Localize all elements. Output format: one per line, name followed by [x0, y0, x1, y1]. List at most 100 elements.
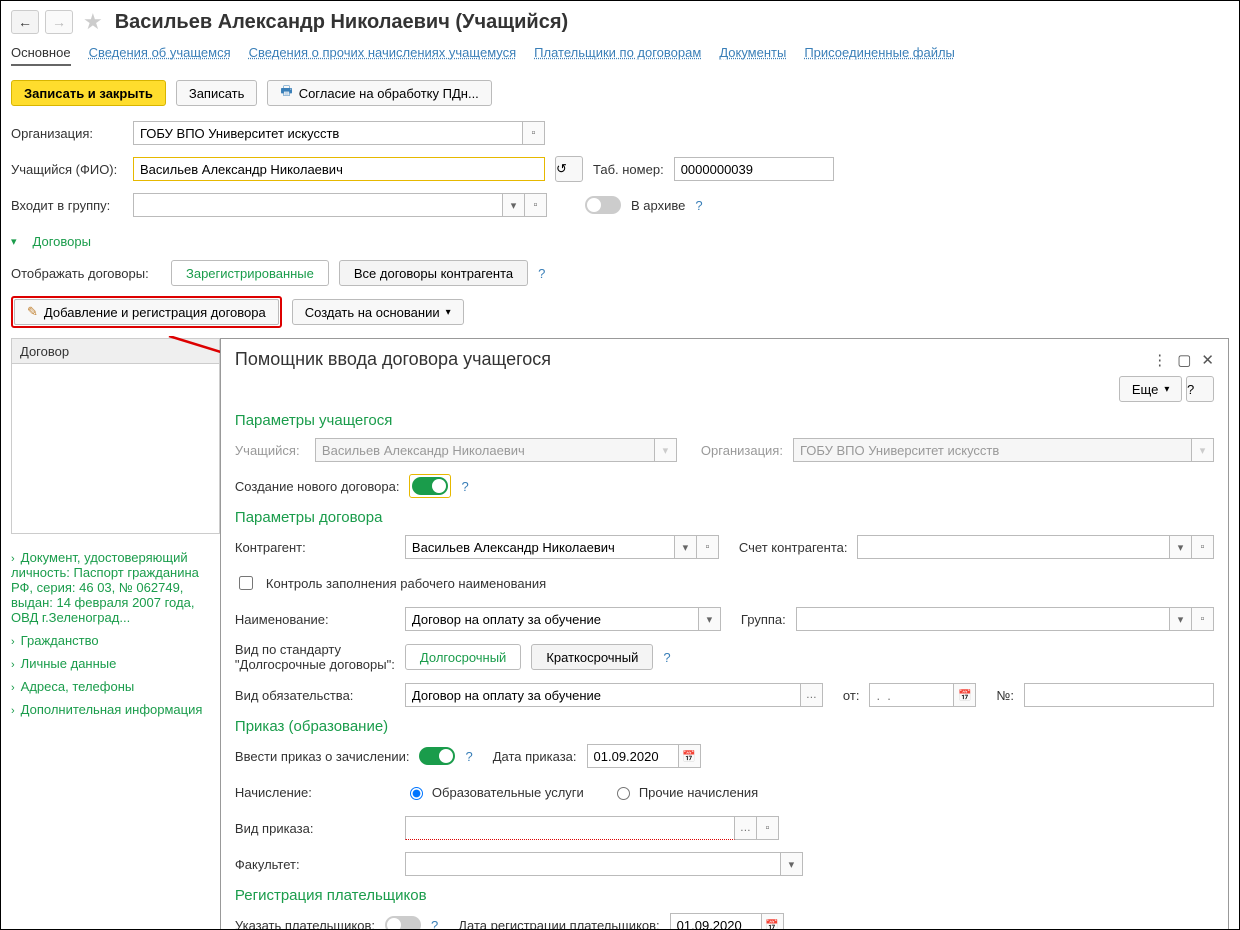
dlg-account-dropdown-icon[interactable]: ▾ [1170, 535, 1192, 559]
dlg-order-date-input[interactable] [587, 744, 679, 768]
dlg-payers-date-input[interactable] [670, 913, 762, 930]
calendar-icon[interactable]: 📅 [762, 913, 784, 930]
dlg-new-contract-help[interactable]: ? [461, 479, 468, 494]
archive-help-icon[interactable]: ? [695, 198, 702, 213]
dialog-maximize-icon[interactable]: ▢ [1177, 351, 1191, 369]
dlg-accrual-other-radio[interactable]: Прочие начисления [612, 784, 758, 800]
dlg-name-input[interactable] [405, 607, 699, 631]
dialog-menu-icon[interactable]: ⋮ [1152, 351, 1167, 369]
dlg-faculty-dropdown-icon[interactable]: ▾ [781, 852, 803, 876]
dlg-order-type-input[interactable] [405, 816, 735, 840]
contracts-expand-icon[interactable]: ▾ [11, 235, 17, 248]
tabno-label: Таб. номер: [593, 162, 664, 177]
dlg-payers-help[interactable]: ? [431, 918, 438, 930]
consent-button[interactable]: 🖶 Согласие на обработку ПДн... [267, 80, 491, 106]
save-close-button[interactable]: Записать и закрыть [11, 80, 166, 106]
dlg-no-input[interactable] [1024, 683, 1214, 707]
tab-payers[interactable]: Плательщики по договорам [534, 45, 701, 66]
org-input[interactable] [133, 121, 523, 145]
section-payers: Регистрация плательщиков [235, 887, 1214, 904]
dlg-enroll-help[interactable]: ? [465, 749, 472, 764]
contracts-table-body[interactable] [11, 364, 220, 534]
group-member-input[interactable] [133, 193, 503, 217]
dlg-group-open-icon[interactable]: ▫ [1192, 607, 1214, 631]
group-open-icon[interactable]: ▫ [525, 193, 547, 217]
page-title: Васильев Александр Николаевич (Учащийся) [115, 11, 568, 34]
tab-documents[interactable]: Документы [719, 45, 786, 66]
filter-all-button[interactable]: Все договоры контрагента [339, 260, 528, 286]
archive-label: В архиве [631, 198, 685, 213]
dlg-contragent-dropdown-icon[interactable]: ▾ [675, 535, 697, 559]
dlg-name-dropdown-icon[interactable]: ▾ [699, 607, 721, 631]
group-dropdown-icon[interactable]: ▾ [503, 193, 525, 217]
dlg-account-open-icon[interactable]: ▫ [1192, 535, 1214, 559]
dialog-help-button[interactable]: ? [1186, 376, 1214, 402]
tab-other-accruals[interactable]: Сведения о прочих начислениях учащемуся [249, 45, 517, 66]
dlg-student-input [315, 438, 655, 462]
sidebar-identity-doc[interactable]: ›Документ, удостоверяющий личность: Пасп… [11, 550, 220, 625]
dlg-short-term-button[interactable]: Краткосрочный [531, 644, 653, 670]
dlg-group-input[interactable] [796, 607, 1170, 631]
favorite-star-icon[interactable]: ★ [83, 9, 103, 35]
dlg-contragent-open-icon[interactable]: ▫ [697, 535, 719, 559]
dlg-specify-payers-label: Указать плательщиков: [235, 918, 375, 930]
dlg-long-term-button[interactable]: Долгосрочный [405, 644, 521, 670]
org-open-icon[interactable]: ▫ [523, 121, 545, 145]
dlg-accrual-edu-radio[interactable]: Образовательные услуги [405, 784, 584, 800]
dlg-group-dropdown-icon[interactable]: ▾ [1170, 607, 1192, 631]
dlg-liab-input[interactable] [405, 683, 801, 707]
sidebar-personal[interactable]: ›Личные данные [11, 656, 220, 671]
tab-student-info[interactable]: Сведения об учащемся [89, 45, 231, 66]
dlg-order-type-open-icon[interactable]: ▫ [757, 816, 779, 840]
section-order: Приказ (образование) [235, 718, 1214, 735]
sidebar-citizenship[interactable]: ›Гражданство [11, 633, 220, 648]
nav-forward-button[interactable]: → [45, 10, 73, 34]
dialog-more-button[interactable]: Еще ▾ [1119, 376, 1182, 402]
archive-toggle[interactable] [585, 196, 621, 214]
fio-input[interactable] [133, 157, 545, 181]
dlg-new-contract-toggle[interactable] [412, 477, 448, 495]
calendar-icon[interactable]: 📅 [679, 744, 701, 768]
sidebar-additional[interactable]: ›Дополнительная информация [11, 702, 220, 717]
printer-icon: 🖶 [280, 82, 292, 104]
dlg-org-input [793, 438, 1192, 462]
tab-bar: Основное Сведения об учащемся Сведения о… [11, 45, 1229, 66]
nav-back-button[interactable]: ← [11, 10, 39, 34]
dlg-enroll-toggle[interactable] [419, 747, 455, 765]
contracts-section-label[interactable]: Договоры [33, 234, 91, 249]
tabno-input[interactable] [674, 157, 834, 181]
dlg-payers-date-label: Дата регистрации плательщиков: [458, 918, 659, 930]
calendar-icon[interactable]: 📅 [954, 683, 976, 707]
sidebar-addresses[interactable]: ›Адреса, телефоны [11, 679, 220, 694]
dlg-account-input[interactable] [857, 535, 1170, 559]
create-based-button[interactable]: Создать на основании ▾ [292, 299, 464, 325]
dlg-liab-more-icon[interactable]: … [801, 683, 823, 707]
section-contract-params: Параметры договора [235, 509, 1214, 526]
dlg-org-dropdown-icon: ▾ [1192, 438, 1214, 462]
dlg-order-date-label: Дата приказа: [493, 749, 577, 764]
dlg-order-type-more-icon[interactable]: … [735, 816, 757, 840]
dlg-kind-help[interactable]: ? [663, 650, 670, 665]
dlg-org-label: Организация: [701, 443, 783, 458]
dlg-kind-std-label: Вид по стандарту "Долгосрочные договоры"… [235, 642, 395, 672]
group-member-label: Входит в группу: [11, 198, 123, 213]
add-contract-button[interactable]: ✎ Добавление и регистрация договора [14, 299, 279, 325]
tab-main[interactable]: Основное [11, 45, 71, 66]
filter-help-icon[interactable]: ? [538, 266, 545, 281]
dlg-accrual-label: Начисление: [235, 785, 395, 800]
dlg-specify-payers-toggle[interactable] [385, 916, 421, 930]
history-button[interactable]: ↺ [555, 156, 583, 182]
tab-files[interactable]: Присоединенные файлы [804, 45, 955, 66]
contracts-table-header: Договор [11, 338, 220, 364]
dlg-order-type-label: Вид приказа: [235, 821, 395, 836]
save-button[interactable]: Записать [176, 80, 258, 106]
dlg-from-date-input[interactable] [869, 683, 954, 707]
dlg-enroll-label: Ввести приказ о зачислении: [235, 749, 410, 764]
dlg-check-fill-checkbox[interactable] [239, 576, 253, 590]
dlg-faculty-input[interactable] [405, 852, 781, 876]
dialog-close-icon[interactable]: ✕ [1201, 351, 1214, 369]
org-label: Организация: [11, 126, 123, 141]
dlg-liab-label: Вид обязательства: [235, 688, 395, 703]
dlg-contragent-input[interactable] [405, 535, 675, 559]
filter-registered-button[interactable]: Зарегистрированные [171, 260, 329, 286]
